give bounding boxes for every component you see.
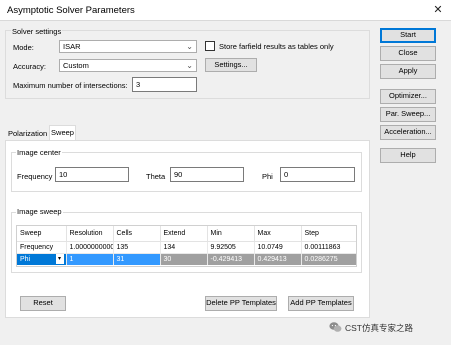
tab-polarization[interactable]: Polarization [8, 129, 47, 138]
table-row[interactable]: Phi ▾ 1 31 30 -0.429413 0.429413 0.02862… [17, 253, 356, 265]
column-header: Max [254, 226, 302, 242]
table-row[interactable]: Frequency 1.0000000000( 135 134 9.92505 … [17, 241, 356, 254]
store-farfield-label: Store farfield results as tables only [219, 42, 334, 51]
par-sweep-button[interactable]: Par. Sweep... [380, 107, 436, 122]
table-cell[interactable]: 1.0000000000( [66, 241, 114, 254]
accuracy-select[interactable]: Custom ⌄ [59, 59, 197, 72]
max-intersections-label: Maximum number of intersections: [13, 81, 128, 90]
store-farfield-checkbox[interactable] [205, 41, 215, 51]
start-button[interactable]: Start [380, 28, 436, 43]
acceleration-button[interactable]: Acceleration... [380, 125, 436, 140]
column-header: Step [301, 226, 356, 242]
mode-select[interactable]: ISAR ⌄ [59, 40, 197, 53]
table-cell[interactable]: 31 [113, 253, 161, 265]
image-center-label: Image center [16, 148, 62, 157]
theta-label: Theta [146, 172, 166, 181]
accuracy-select-value: Custom [63, 61, 89, 70]
table-cell: 30 [160, 253, 208, 265]
table-cell: 10.0749 [254, 241, 302, 254]
delete-pp-templates-button[interactable]: Delete PP Templates [205, 296, 277, 311]
column-header: Extend [160, 226, 208, 242]
table-cell: 9.92505 [207, 241, 255, 254]
settings-button[interactable]: Settings... [205, 58, 257, 72]
add-pp-templates-button[interactable]: Add PP Templates [288, 296, 354, 311]
help-button[interactable]: Help [380, 148, 436, 163]
dropdown-arrow-icon[interactable]: ▾ [55, 253, 64, 264]
mode-select-value: ISAR [63, 42, 81, 51]
chevron-down-icon: ⌄ [186, 61, 193, 70]
window-title: Asymptotic Solver Parameters [7, 5, 135, 16]
table-cell: 0.00111863 [301, 241, 356, 254]
chevron-down-icon: ⌄ [186, 42, 193, 51]
table-cell: -0.429413 [207, 253, 255, 265]
column-header: Resolution [66, 226, 114, 242]
phi-label: Phi [262, 172, 273, 181]
table-cell: Phi [20, 255, 31, 263]
close-icon[interactable]: ✕ [429, 2, 447, 18]
accuracy-label: Accuracy: [13, 62, 46, 71]
table-cell[interactable]: 1 [66, 253, 114, 265]
wechat-logo-icon [329, 321, 342, 333]
sweep-table: Sweep Resolution Cells Extend Min Max St… [16, 225, 357, 267]
table-cell[interactable]: Frequency [17, 241, 67, 254]
optimizer-button[interactable]: Optimizer... [380, 89, 436, 104]
table-cell: 0.0286275 [301, 253, 356, 265]
tab-bar: Polarization [8, 129, 47, 138]
apply-button[interactable]: Apply [380, 64, 436, 79]
frequency-input[interactable]: 10 [55, 167, 129, 182]
column-header: Min [207, 226, 255, 242]
reset-button[interactable]: Reset [20, 296, 66, 311]
column-header: Cells [113, 226, 161, 242]
tab-sweep-label: Sweep [51, 128, 74, 137]
close-button[interactable]: Close [380, 46, 436, 61]
phi-input[interactable]: 0 [280, 167, 355, 182]
solver-settings-label: Solver settings [11, 27, 63, 36]
image-sweep-label: Image sweep [16, 207, 63, 216]
table-cell[interactable]: 135 [113, 241, 161, 254]
column-header: Sweep [17, 226, 67, 242]
mode-label: Mode: [13, 43, 34, 52]
theta-input[interactable]: 90 [170, 167, 244, 182]
table-cell: 0.429413 [254, 253, 302, 265]
max-intersections-input[interactable]: 3 [132, 77, 197, 92]
watermark-text: CST仿真专家之路 [345, 323, 414, 333]
sweep-type-combo[interactable]: Phi ▾ [17, 253, 67, 265]
table-header-row: Sweep Resolution Cells Extend Min Max St… [17, 226, 356, 242]
frequency-label: Frequency [17, 172, 53, 181]
tab-sweep[interactable]: Sweep [49, 125, 76, 141]
table-cell: 134 [160, 241, 208, 254]
